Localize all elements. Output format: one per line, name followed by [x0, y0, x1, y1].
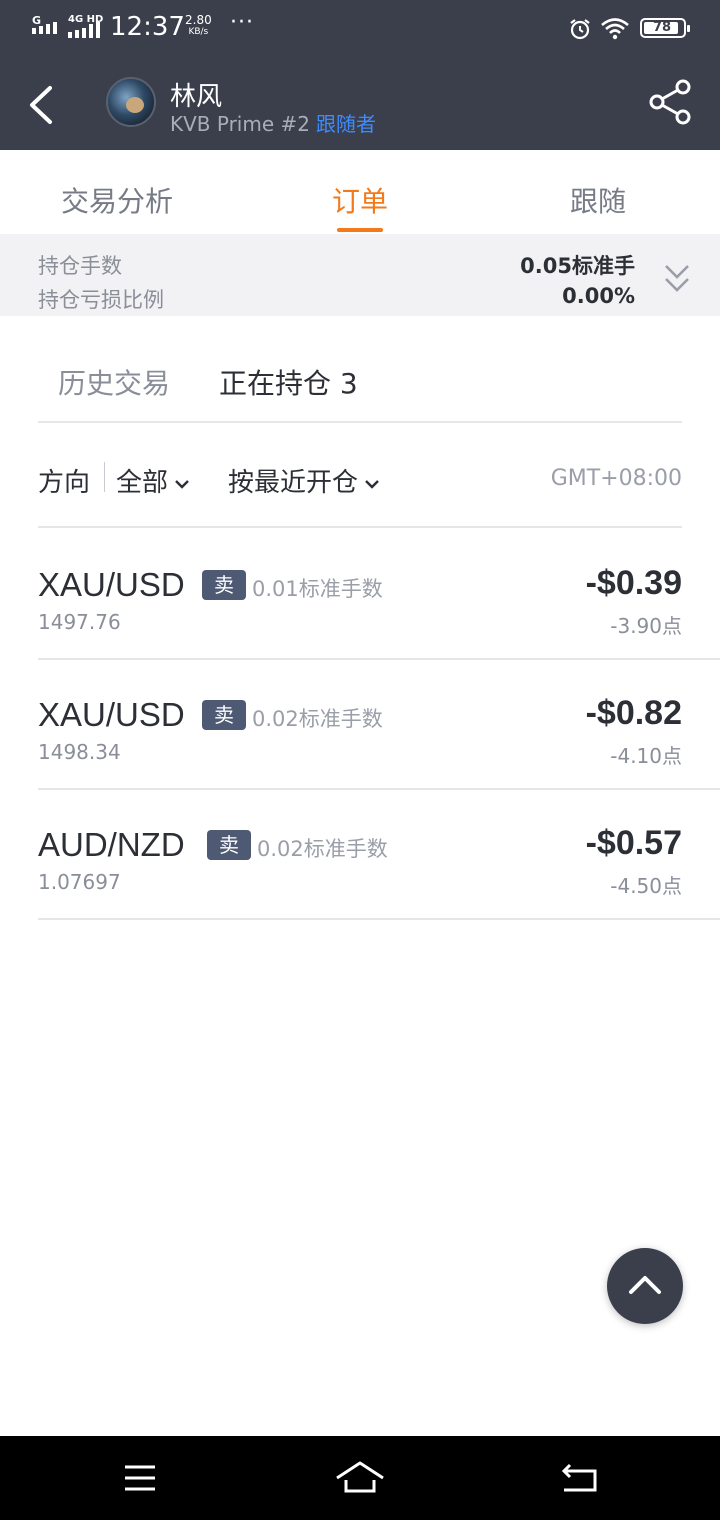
- profit-loss: -$0.82: [585, 694, 682, 732]
- subtab-open-positions[interactable]: 正在持仓 3: [219, 362, 358, 402]
- alarm-icon: [570, 19, 590, 40]
- position-symbol: XAU/USD: [38, 566, 185, 603]
- timezone-label: GMT+08:00: [550, 466, 682, 491]
- tab-active-indicator: [337, 228, 383, 232]
- signal-bars-2-icon: [68, 22, 100, 38]
- role-label[interactable]: 跟随者: [316, 112, 376, 136]
- home-icon[interactable]: [334, 1458, 386, 1498]
- points: -3.90点: [610, 614, 682, 638]
- position-summary[interactable]: 持仓手数 持仓亏损比例 0.05标准手 0.00%: [0, 234, 720, 316]
- network-speed-unit: KB/s: [188, 27, 209, 37]
- main-tabs: 交易分析 订单 跟随: [0, 160, 720, 234]
- signal-bars-1-icon: [32, 22, 57, 34]
- network-speed: 2.80 KB/s: [185, 14, 212, 38]
- chevron-down-icon: [175, 479, 189, 489]
- divider: [38, 421, 682, 423]
- back-arrow-icon[interactable]: [24, 82, 64, 128]
- arrow-up-icon: [629, 1276, 661, 1294]
- sort-value: 按最近开仓: [228, 468, 359, 498]
- lots-value: 0.05标准手: [520, 254, 635, 278]
- position-symbol: AUD/NZD: [38, 826, 185, 863]
- points: -4.50点: [610, 874, 682, 898]
- menu-icon[interactable]: [122, 1458, 158, 1498]
- tab-analysis[interactable]: 交易分析: [61, 180, 173, 220]
- tab-orders[interactable]: 订单: [332, 180, 388, 220]
- chevron-double-down-icon[interactable]: [663, 262, 691, 296]
- side-badge: 卖: [202, 570, 246, 600]
- back-nav-icon[interactable]: [560, 1458, 600, 1498]
- open-price: 1.07697: [38, 870, 121, 894]
- share-icon[interactable]: [648, 78, 694, 126]
- network-speed-value: 2.80: [185, 13, 212, 27]
- position-symbol: XAU/USD: [38, 696, 185, 733]
- battery-level: 78: [652, 20, 672, 35]
- trader-account: KVB Prime #2 跟随者: [170, 108, 376, 137]
- scroll-top-button[interactable]: [607, 1248, 683, 1324]
- open-price: 1497.76: [38, 610, 121, 634]
- position-row[interactable]: XAU/USD 卖 0.01标准手数 1497.76 -$0.39 -3.90点: [0, 530, 720, 660]
- position-lots: 0.02标准手数: [257, 837, 388, 861]
- filter-divider: [104, 462, 105, 492]
- divider: [38, 526, 682, 528]
- open-price: 1498.34: [38, 740, 121, 764]
- tab-follow[interactable]: 跟随: [570, 180, 626, 220]
- status-time: 12:37: [110, 12, 185, 42]
- battery-icon: 78: [640, 18, 690, 38]
- position-row[interactable]: XAU/USD 卖 0.02标准手数 1498.34 -$0.82 -4.10点: [0, 660, 720, 790]
- profit-loss: -$0.39: [585, 564, 682, 602]
- direction-dropdown[interactable]: 全部: [116, 462, 190, 499]
- position-lots: 0.01标准手数: [252, 577, 383, 601]
- wifi-icon: [601, 18, 629, 40]
- top-bar: G 4G HD 12:37 2.80 KB/s ··· 78 林风 KVB Pr…: [0, 0, 720, 150]
- loss-ratio-label: 持仓亏损比例: [38, 288, 164, 312]
- loss-ratio-value: 0.00%: [562, 284, 635, 308]
- system-nav-bar: [0, 1436, 720, 1520]
- status-bar: G 4G HD 12:37 2.80 KB/s ··· 78: [0, 0, 720, 58]
- points: -4.10点: [610, 744, 682, 768]
- divider: [38, 918, 720, 920]
- sort-dropdown[interactable]: 按最近开仓: [228, 462, 380, 499]
- profit-loss: -$0.57: [585, 824, 682, 862]
- side-badge: 卖: [207, 830, 251, 860]
- direction-value: 全部: [116, 468, 169, 498]
- more-notifications: ···: [230, 10, 254, 35]
- lots-label: 持仓手数: [38, 254, 122, 278]
- side-badge: 卖: [202, 700, 246, 730]
- subtab-history[interactable]: 历史交易: [58, 362, 170, 402]
- position-lots: 0.02标准手数: [252, 707, 383, 731]
- chevron-down-icon: [365, 479, 379, 489]
- position-row[interactable]: AUD/NZD 卖 0.02标准手数 1.07697 -$0.57 -4.50点: [0, 790, 720, 920]
- direction-label: 方向: [38, 468, 91, 498]
- avatar[interactable]: [106, 77, 156, 127]
- account-label: KVB Prime #2: [170, 112, 310, 136]
